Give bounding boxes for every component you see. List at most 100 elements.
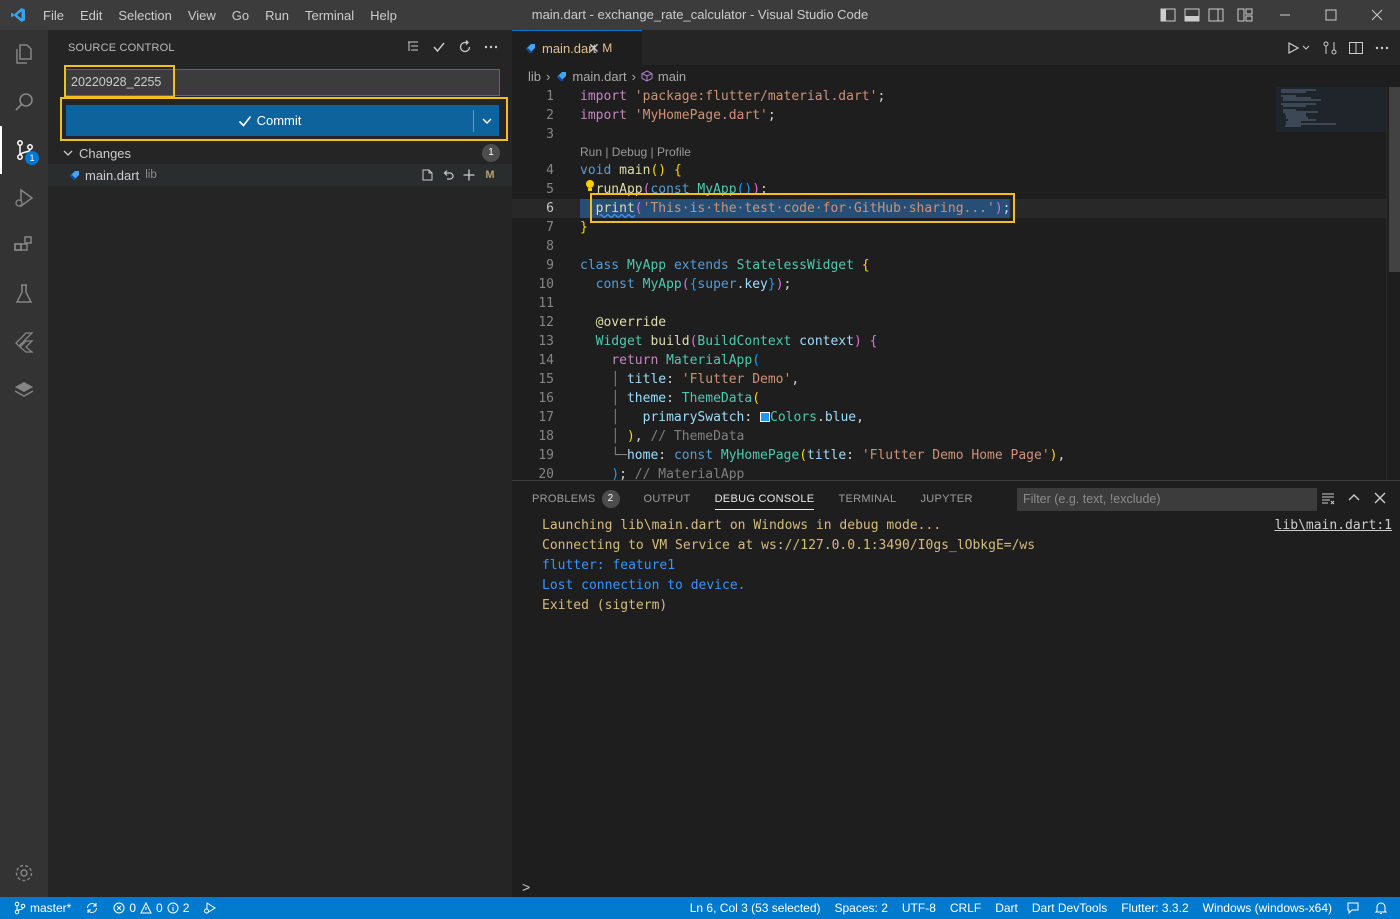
editor-more-actions-icon[interactable]	[1374, 39, 1390, 57]
maximize-icon[interactable]	[1308, 0, 1354, 30]
line-number: 16	[538, 391, 554, 406]
color-swatch-icon[interactable]	[760, 412, 771, 422]
code-line: 15 │ title: 'Flutter Demo',	[512, 370, 1392, 389]
stage-changes-icon[interactable]	[461, 167, 477, 183]
toggle-secondary-sidebar-icon[interactable]	[1204, 0, 1228, 30]
menu-terminal[interactable]: Terminal	[297, 8, 362, 23]
title-bar: File Edit Selection View Go Run Terminal…	[0, 0, 1400, 30]
line-number: 19	[538, 448, 554, 463]
breadcrumb-folder[interactable]: lib	[528, 69, 541, 84]
console-line: Exited (sigterm)	[542, 598, 668, 613]
codelens-run-debug-profile[interactable]: Run | Debug | Profile	[580, 145, 691, 159]
menu-selection[interactable]: Selection	[110, 8, 179, 23]
testing-icon[interactable]	[0, 270, 48, 318]
open-file-icon[interactable]	[419, 167, 435, 183]
editor-scrollbar[interactable]	[1386, 87, 1400, 480]
menu-view[interactable]: View	[180, 8, 224, 23]
clear-console-icon[interactable]	[1320, 489, 1336, 507]
sync-icon[interactable]	[78, 897, 106, 919]
console-filter-input[interactable]: Filter (e.g. text, !exclude)	[1017, 488, 1317, 511]
scm-badge: 1	[25, 151, 39, 165]
console-line: Connecting to VM Service at ws://127.0.0…	[542, 538, 1036, 553]
more-actions-icon[interactable]	[482, 38, 500, 56]
line-number: 15	[538, 372, 554, 387]
debug-status-icon[interactable]	[196, 897, 224, 919]
dart-devtools[interactable]: Dart DevTools	[1025, 897, 1114, 919]
line-number: 14	[538, 353, 554, 368]
tab-close-icon[interactable]: ✕	[588, 40, 600, 57]
indentation[interactable]: Spaces: 2	[828, 897, 895, 919]
cursor-position[interactable]: Ln 6, Col 3 (53 selected)	[683, 897, 828, 919]
file-row-actions: M	[419, 167, 498, 183]
commit-check-icon[interactable]	[430, 38, 448, 56]
tab-main-dart[interactable]: main.dart M ✕	[512, 30, 642, 65]
language-mode[interactable]: Dart	[988, 897, 1025, 919]
scrollbar-thumb[interactable]	[1389, 87, 1400, 272]
code-line: 7}	[512, 218, 1392, 237]
problems-status[interactable]: 0 0 2	[106, 897, 196, 919]
tab-debug-console[interactable]: DEBUG CONSOLE	[714, 481, 815, 516]
line-number: 7	[546, 220, 554, 235]
customize-layout-icon[interactable]	[1228, 0, 1262, 30]
minimize-icon[interactable]	[1262, 0, 1308, 30]
error-icon	[113, 902, 125, 914]
changed-file-row[interactable]: main.dart lib M	[48, 164, 512, 186]
breadcrumb-file[interactable]: main.dart	[572, 69, 626, 84]
flutter-version[interactable]: Flutter: 3.3.2	[1114, 897, 1195, 919]
lightbulb-icon[interactable]	[584, 179, 596, 193]
tab-jupyter[interactable]: JUPYTER	[920, 481, 972, 516]
debug-console-output: Launching lib\main.dart on Windows in de…	[542, 516, 1392, 616]
tab-terminal[interactable]: TERMINAL	[838, 481, 896, 516]
code-line: 9 class MyApp extends StatelessWidget {	[512, 256, 1392, 275]
breadcrumb-symbol[interactable]: main	[658, 69, 686, 84]
code-editor[interactable]: 1 import 'package:flutter/material.dart';…	[512, 87, 1400, 480]
extensions-icon[interactable]	[0, 222, 48, 270]
highlight-commit-message	[64, 65, 175, 98]
status-bar-right: Ln 6, Col 3 (53 selected) Spaces: 2 UTF-…	[683, 897, 1400, 919]
tab-output[interactable]: OUTPUT	[644, 481, 691, 516]
toggle-panel-icon[interactable]	[1180, 0, 1204, 30]
code-line: 3	[512, 125, 1392, 144]
notifications-bell-icon[interactable]	[1367, 897, 1400, 919]
feedback-icon[interactable]	[1339, 897, 1367, 919]
menu-go[interactable]: Go	[224, 8, 257, 23]
source-control-icon[interactable]: 1	[0, 126, 48, 174]
close-window-icon[interactable]	[1354, 0, 1400, 30]
line-number: 3	[546, 127, 554, 142]
toggle-primary-sidebar-icon[interactable]	[1156, 0, 1180, 30]
refresh-icon[interactable]	[456, 38, 474, 56]
line-number: 6	[546, 201, 554, 216]
flutter-icon[interactable]	[0, 318, 48, 366]
discard-changes-icon[interactable]	[440, 167, 456, 183]
close-panel-icon[interactable]	[1372, 489, 1388, 507]
branch-status[interactable]: master*	[0, 897, 78, 919]
encoding[interactable]: UTF-8	[895, 897, 943, 919]
menu-help[interactable]: Help	[362, 8, 405, 23]
changes-section-header[interactable]: Changes 1	[48, 142, 512, 164]
run-dropdown-icon[interactable]	[1286, 39, 1312, 57]
menu-run[interactable]: Run	[257, 8, 297, 23]
sidebar-actions	[404, 38, 500, 56]
settings-gear-icon[interactable]	[0, 849, 48, 897]
console-prompt[interactable]: >	[522, 879, 530, 895]
explorer-icon[interactable]	[0, 30, 48, 78]
open-changes-icon[interactable]	[1322, 39, 1338, 57]
git-branch-icon	[14, 901, 26, 915]
error-count: 0	[129, 901, 137, 915]
run-debug-icon[interactable]	[0, 174, 48, 222]
menu-edit[interactable]: Edit	[72, 8, 110, 23]
view-as-tree-icon[interactable]	[404, 38, 422, 56]
split-editor-icon[interactable]	[1348, 39, 1364, 57]
maximize-panel-chevron-up-icon[interactable]	[1346, 489, 1362, 507]
code-line: 20 ); // MaterialApp	[512, 465, 1392, 480]
menu-file[interactable]: File	[35, 8, 72, 23]
layers-icon[interactable]	[0, 366, 48, 414]
console-source-link[interactable]: lib\main.dart:1	[1275, 516, 1392, 536]
device-selector[interactable]: Windows (windows-x64)	[1196, 897, 1339, 919]
search-icon[interactable]	[0, 78, 48, 126]
activity-bar: 1	[0, 30, 48, 897]
minimap[interactable]	[1276, 87, 1386, 480]
line-number: 17	[538, 410, 554, 425]
tab-problems[interactable]: PROBLEMS 2	[532, 481, 620, 516]
end-of-line[interactable]: CRLF	[943, 897, 988, 919]
